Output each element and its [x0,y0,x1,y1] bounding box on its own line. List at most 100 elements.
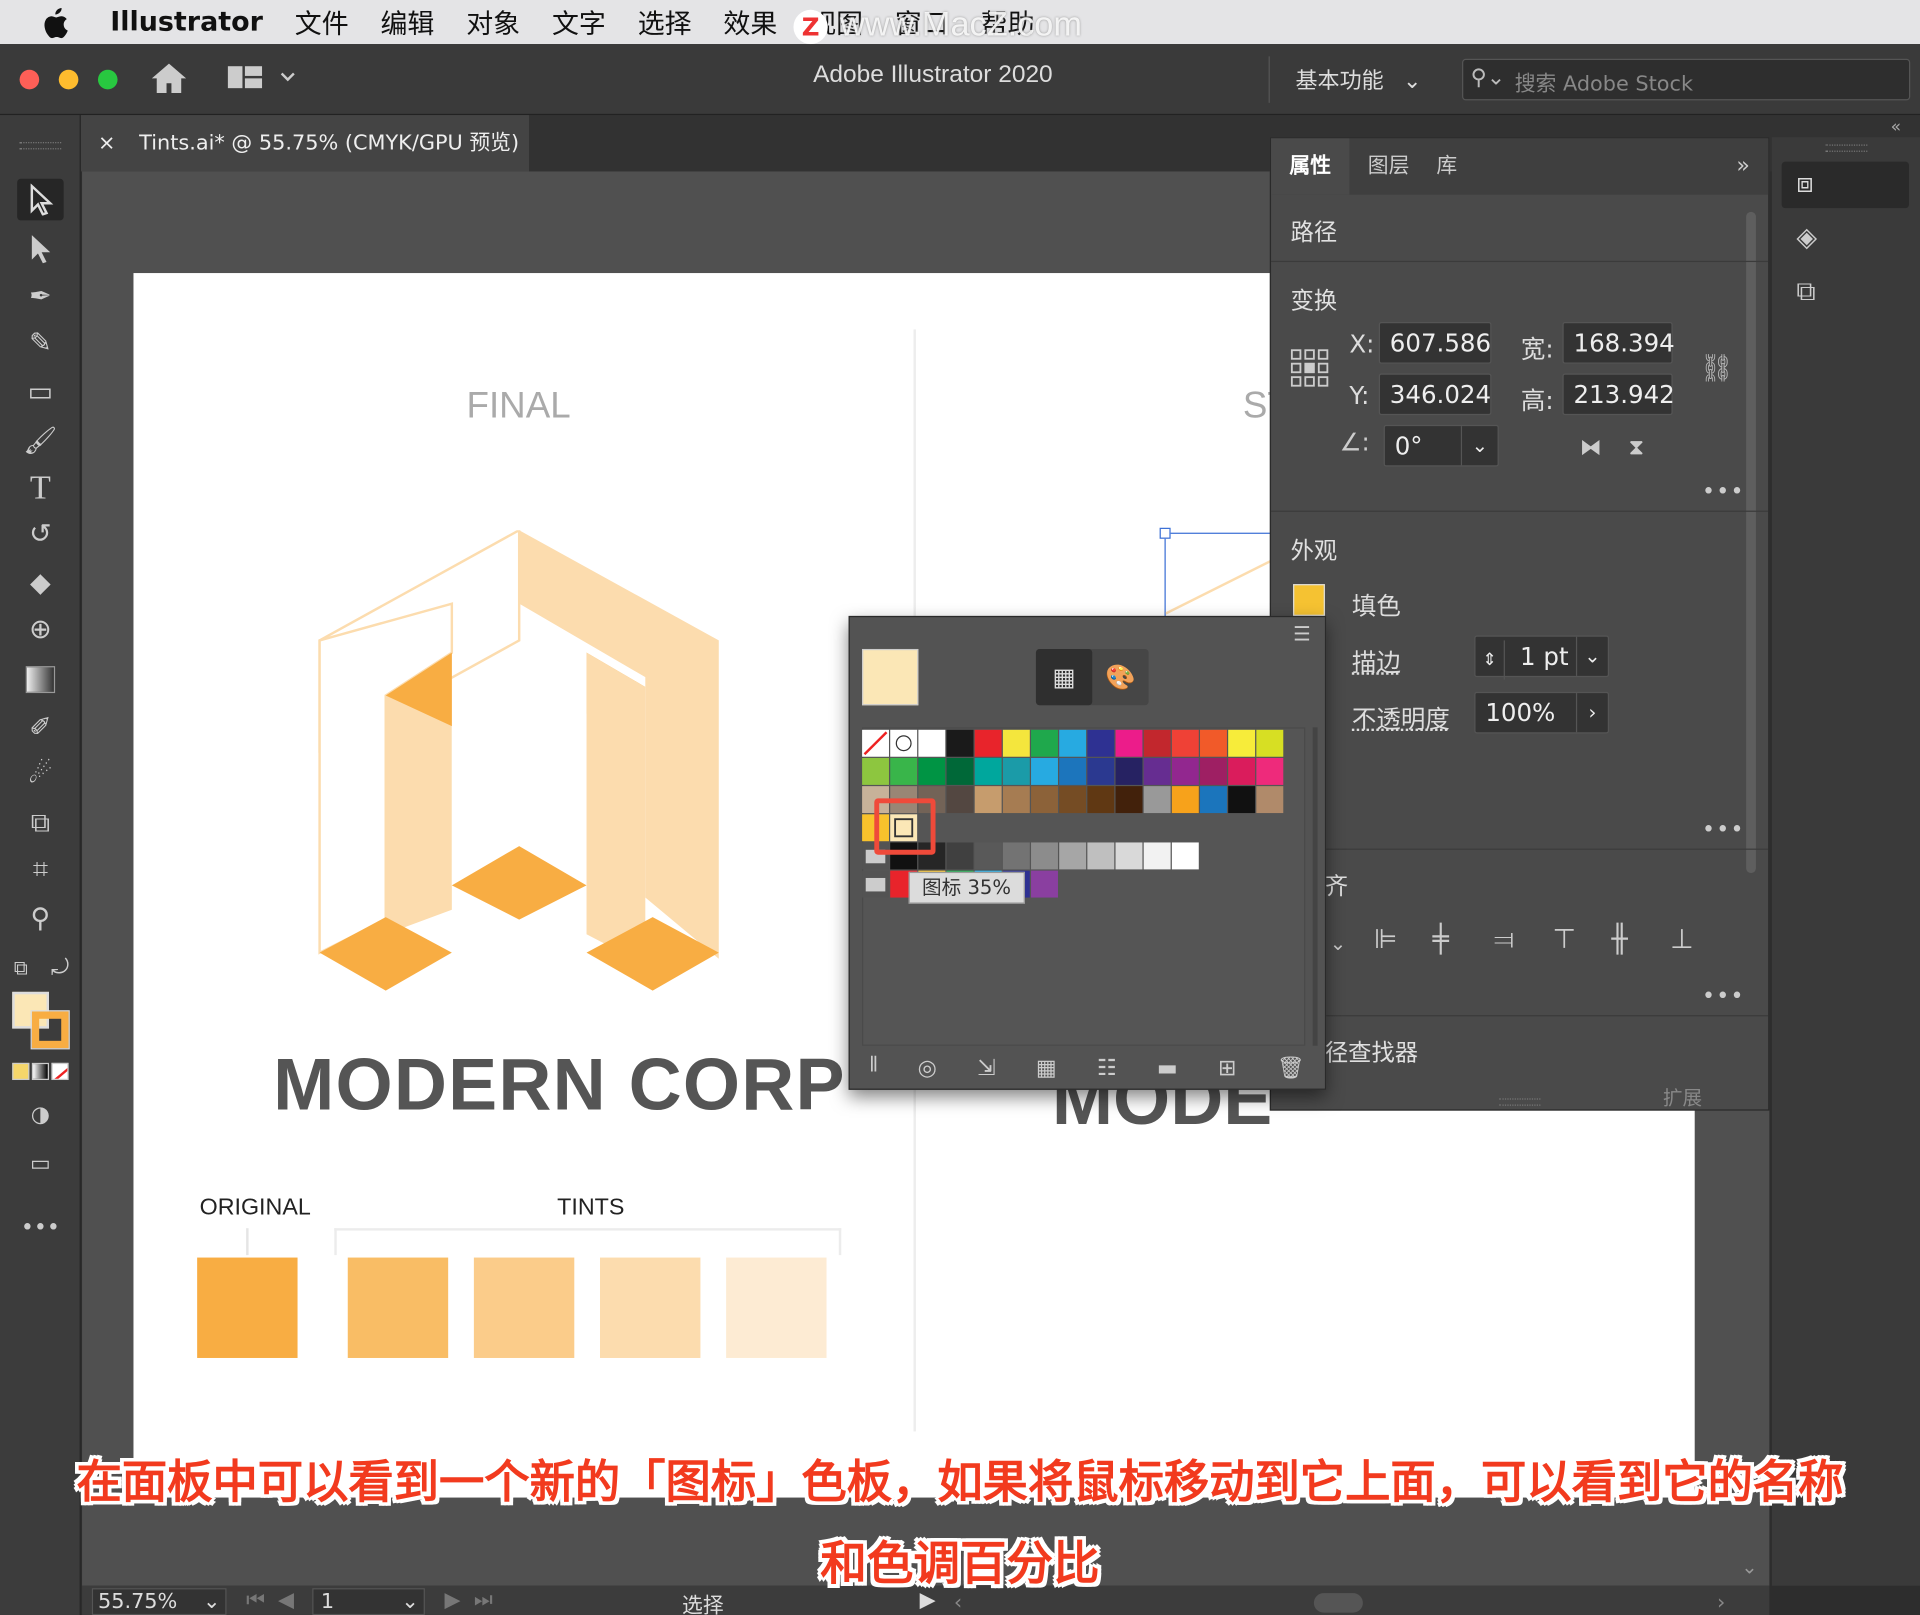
align-dropdown-chevron-icon[interactable]: ⌄ [1330,932,1346,955]
paintbrush-tool-icon[interactable]: 🖌 [17,421,64,463]
stroke-color-swatch[interactable] [30,1010,70,1050]
workspace-switcher[interactable]: 基本功能 ⌄ [1296,64,1422,96]
color-swatch[interactable] [1143,757,1171,785]
color-swatch[interactable] [1087,786,1115,814]
eyedropper-tool-icon[interactable]: ✐ [17,708,64,750]
color-palette-icon[interactable]: 🎨 [1092,649,1148,705]
color-swatch[interactable] [1256,786,1284,814]
color-swatch[interactable] [974,757,1002,785]
stroke-label[interactable]: 描边 [1352,643,1401,679]
menu-item-object[interactable]: 对象 [466,2,520,41]
color-swatch[interactable] [946,729,974,757]
tab-libraries[interactable]: 库 [1418,138,1476,194]
color-swatch[interactable] [918,757,946,785]
scroll-right-icon[interactable]: › [1717,1591,1725,1615]
color-swatch[interactable] [1031,729,1058,757]
search-input[interactable]: 搜索 Adobe Stock [1515,66,1693,96]
blend-tool-icon[interactable]: ☄ [17,754,64,796]
tint-swatch-4[interactable] [726,1257,827,1358]
apple-icon[interactable] [42,7,69,39]
color-swatch[interactable] [1002,757,1030,785]
color-swatch[interactable] [1143,786,1171,814]
new-group-folder-icon[interactable]: ▬ [1157,1055,1178,1081]
screen-mode-icon[interactable]: ▭ [17,1144,64,1186]
reference-point-icon[interactable] [1290,349,1330,393]
menu-item-effect[interactable]: 效果 [723,2,777,41]
color-swatch[interactable] [1115,757,1143,785]
none-mode-icon[interactable] [51,1062,69,1081]
color-swatch[interactable] [1087,757,1115,785]
add-to-library-icon[interactable]: ⇲ [977,1055,995,1081]
menu-item-file[interactable]: 文件 [295,2,349,41]
swap-fill-stroke-icon[interactable]: ⤾ [47,948,74,990]
color-swatch[interactable] [1059,729,1087,757]
color-swatch[interactable] [1228,729,1256,757]
color-swatch[interactable] [946,757,974,785]
color-swatch[interactable] [1115,786,1143,814]
color-swatch[interactable] [1002,842,1030,870]
pen-tool-icon[interactable]: ✒ [17,277,64,319]
tab-layers[interactable]: 图层 [1349,138,1427,194]
align-top-icon[interactable]: ⊤ [1553,924,1576,955]
color-swatch[interactable] [1059,842,1087,870]
x-field[interactable]: 607.586 [1378,322,1492,364]
tint-swatch-3[interactable] [600,1257,701,1358]
curvature-tool-icon[interactable]: ✎ [17,323,64,365]
gradient-mode-icon[interactable] [31,1062,49,1081]
color-swatch[interactable] [890,729,918,757]
color-swatch[interactable] [1059,786,1087,814]
color-swatch[interactable] [1171,757,1199,785]
opacity-field[interactable]: 100% › [1474,691,1609,734]
constrain-proportions-icon[interactable]: ⛓ [1700,354,1734,385]
dock-grip[interactable] [1825,144,1868,152]
rotate-tool-icon[interactable]: ↺ [17,514,64,556]
swatch-options-icon[interactable]: ▦ [1036,1055,1057,1081]
color-swatch[interactable] [1171,729,1199,757]
gradient-tool-icon[interactable] [17,659,64,701]
chevron-down-icon[interactable]: ⌄ [1460,426,1498,466]
swatches-menu-icon[interactable]: ☰ [1293,622,1311,645]
draw-mode-icon[interactable]: ◑ [17,1095,64,1137]
flip-vertical-icon[interactable]: ⧗ [1629,435,1644,461]
color-swatch[interactable] [1031,786,1058,814]
color-swatch[interactable] [1002,729,1030,757]
new-swatch-highlight[interactable] [874,798,936,855]
height-field[interactable]: 213.942 [1562,373,1675,416]
delete-swatch-icon[interactable]: 🗑 [1277,1055,1305,1081]
align-horizontal-center-icon[interactable]: ╪ [1433,924,1449,955]
chevron-right-icon[interactable]: › [1575,693,1608,733]
scroll-thumb[interactable] [1313,1593,1363,1613]
tint-swatch-1[interactable] [347,1257,449,1358]
modern-corp-logo[interactable] [315,530,724,995]
type-tool-icon[interactable]: T [17,468,64,510]
color-swatch[interactable] [1200,757,1227,785]
color-swatch[interactable] [946,842,974,870]
logo-text[interactable]: MODERN CORP [273,1042,846,1126]
color-swatch[interactable] [918,729,946,757]
direct-selection-tool-icon[interactable] [17,228,64,270]
stroke-weight-field[interactable]: ⇕ 1 pt ⌄ [1474,635,1609,680]
color-swatch[interactable] [1059,757,1087,785]
color-swatch[interactable] [1228,786,1256,814]
opacity-label[interactable]: 不透明度 [1352,699,1450,735]
close-tab-icon[interactable]: × [98,131,115,155]
swatches-scrollbar[interactable] [1312,727,1318,1046]
color-swatch[interactable] [862,757,889,785]
swatches-view-toggle[interactable]: ▦ 🎨 [1035,648,1149,706]
menu-item-type[interactable]: 文字 [552,2,606,41]
color-swatch[interactable] [974,729,1002,757]
color-swatch[interactable] [1171,842,1199,870]
transform-more-options-icon[interactable]: ••• [1702,479,1745,505]
close-window-button[interactable] [19,69,40,90]
color-swatch[interactable] [1200,729,1227,757]
tint-swatch-2[interactable] [473,1257,575,1358]
y-field[interactable]: 346.024 [1378,373,1492,416]
panel-menu-icon[interactable]: » [1736,153,1749,179]
new-swatch-icon[interactable]: ⊞ [1218,1055,1236,1081]
zoom-window-button[interactable] [97,69,118,90]
color-mode-icon[interactable] [12,1062,30,1081]
align-left-icon[interactable]: ⊫ [1374,924,1397,955]
color-group-icon[interactable]: ☷ [1097,1055,1117,1081]
chevron-down-icon[interactable]: ⌄ [1575,636,1608,676]
color-swatch[interactable] [1200,786,1227,814]
